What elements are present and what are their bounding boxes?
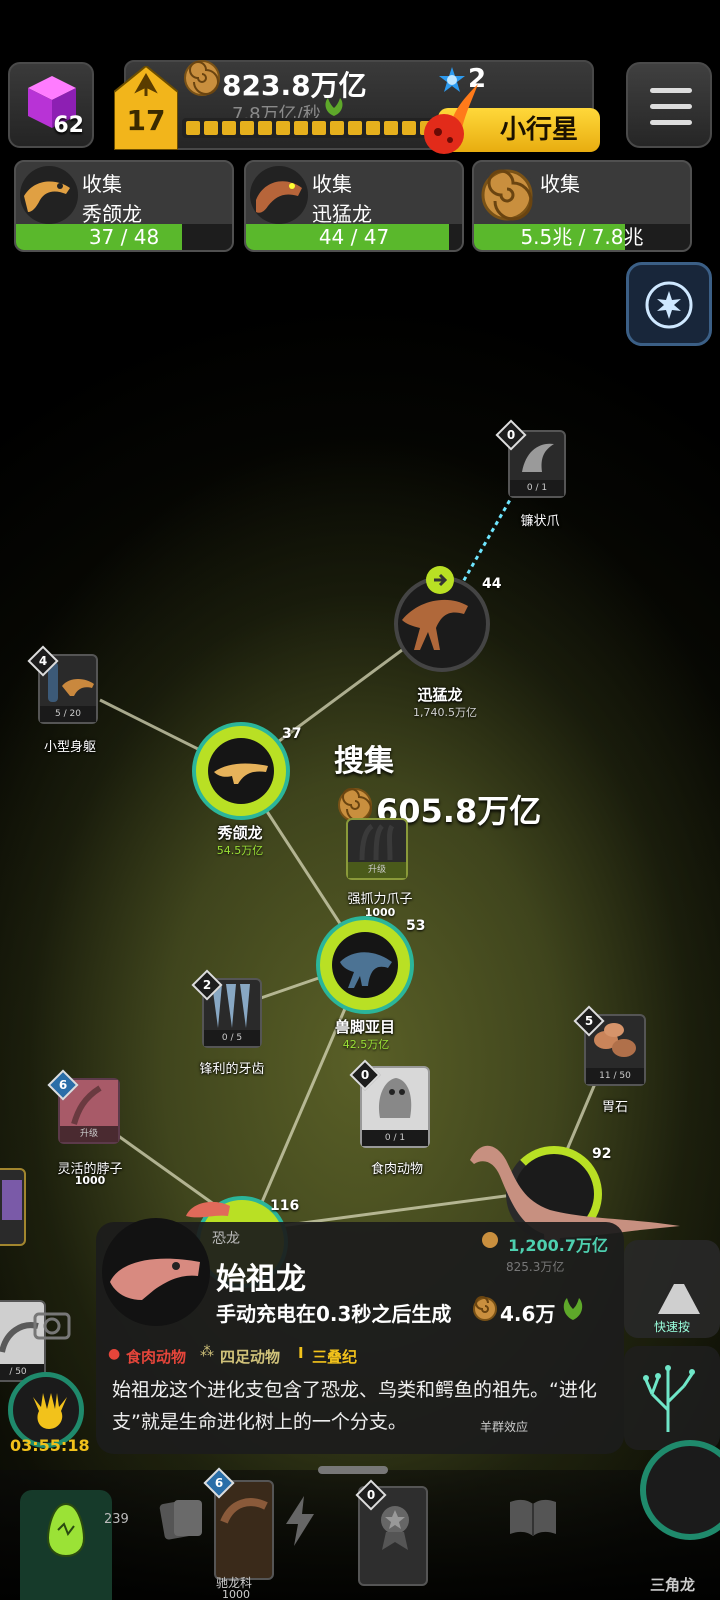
orbit-star-icon [645, 281, 693, 329]
velociraptor-count: 44 [482, 576, 502, 592]
cards-icon[interactable] [156, 1492, 208, 1544]
velociraptor-name: 迅猛龙 [417, 686, 463, 704]
xp-segment [258, 121, 272, 135]
xp-segment [330, 121, 344, 135]
tag-quadruped: 四足动物 [220, 1348, 281, 1366]
dinosauria-count: 116 [270, 1198, 300, 1214]
collect-card-velociraptor[interactable]: 收集 迅猛龙 44 / 47 [244, 160, 464, 252]
trait-card-offscreen[interactable] [0, 1168, 26, 1246]
tag-triassic: 三叠纪 [312, 1348, 358, 1366]
compsognathus-icon [214, 763, 268, 784]
trait-card-strong-claws[interactable]: 升级 [346, 818, 408, 880]
arrow-go-icon[interactable] [426, 566, 454, 594]
info-panel[interactable]: 恐龙 始祖龙 手动充电在0.3秒之后生成 4.6万 1,200.7万亿 825.… [96, 1218, 624, 1454]
nav-count: 239 [104, 1512, 129, 1527]
side-label-2: 羊群效应 [480, 1420, 529, 1434]
meat-icon: ● [108, 1346, 121, 1362]
tree-branch-icon [643, 1365, 695, 1432]
level-number: 17 [126, 104, 166, 137]
xp-segment [402, 121, 416, 135]
info-avatar [102, 1218, 210, 1326]
sickle-claw-label: 镰状爪 [520, 514, 560, 529]
velociraptor-cost: 1,740.5万亿 [413, 706, 477, 719]
info-description: 始祖龙这个进化支包含了恐龙、鸟类和鳄鱼的祖先。“进化支”就是生命进化树上的一个分… [112, 1379, 597, 1433]
xp-segment [240, 121, 254, 135]
xp-segment [294, 121, 308, 135]
timer: 03:55:18 [10, 1436, 90, 1455]
fast-tap-button[interactable]: 快速按 [624, 1240, 720, 1338]
evolution-tree-button[interactable] [624, 1346, 720, 1450]
nav-triceratops-label: 三角龙 [650, 1576, 696, 1594]
period-icon: I [298, 1344, 304, 1362]
info-generate-amount: 4.6万 [500, 1302, 556, 1326]
meteor-icon [424, 84, 478, 154]
ammonite-icon [184, 60, 220, 96]
menu-icon [650, 88, 692, 93]
archosaur-head-icon [110, 1258, 200, 1300]
gizzard-label: 胃石 [601, 1100, 628, 1115]
theropod-icon [340, 952, 392, 988]
xp-segment [186, 121, 200, 135]
theropoda-count: 53 [406, 918, 426, 934]
xp-segment [222, 121, 236, 135]
carnivore-label: 食肉动物 [370, 1162, 423, 1177]
info-name: 始祖龙 [216, 1262, 306, 1297]
level-badge[interactable]: 17 [113, 64, 179, 151]
gem-button[interactable]: 62 [8, 62, 94, 148]
sauropod-count: 92 [592, 1146, 612, 1162]
ammonite-icon [482, 1232, 498, 1248]
xp-segment [312, 121, 326, 135]
nav-card-dromaeosaur[interactable] [214, 1480, 274, 1580]
node-compsognathus[interactable] [192, 722, 290, 820]
collect-popup-label: 搜集 [334, 744, 394, 779]
velociraptor-avatar [250, 166, 308, 224]
compsognathus-name: 秀颌龙 [217, 824, 263, 842]
small-body-label: 小型身躯 [43, 740, 96, 755]
xp-segment [348, 121, 362, 135]
ammonite-avatar-icon [478, 166, 536, 224]
xp-segment [366, 121, 380, 135]
gem-count: 62 [53, 113, 84, 138]
info-group: 恐龙 [212, 1231, 240, 1247]
footprints-icon: ⁂ [200, 1344, 214, 1360]
flexible-neck-cost: 1000 [74, 1174, 106, 1187]
medal-icon [381, 1506, 409, 1550]
strong-claws-label: 强抓力爪子 [347, 892, 413, 907]
menu-button[interactable] [626, 62, 712, 148]
theropoda-name: 兽脚亚目 [334, 1018, 395, 1036]
info-generate-text: 手动充电在0.3秒之后生成 [216, 1302, 452, 1326]
camera-icon[interactable] [32, 1306, 72, 1340]
book-icon[interactable] [506, 1496, 560, 1538]
drag-handle[interactable] [318, 1466, 388, 1474]
xp-segment [276, 121, 290, 135]
xp-segment [384, 121, 398, 135]
info-cost: 1,200.7万亿 [508, 1236, 608, 1255]
info-cost-sub: 825.3万亿 [506, 1260, 565, 1274]
compsognathus-cost: 54.5万亿 [216, 844, 264, 857]
collect-card-fossils[interactable]: 收集 5.5兆 / 7.8兆 [472, 160, 692, 252]
egg-icon [46, 1502, 86, 1558]
compsognathus-count: 37 [282, 726, 302, 742]
xp-segment [204, 121, 218, 135]
sharp-teeth-label: 锋利的牙齿 [199, 1062, 265, 1077]
leaf-icon [563, 1298, 583, 1320]
node-theropoda[interactable] [316, 916, 414, 1014]
nav-egg-tab[interactable] [20, 1490, 112, 1600]
collect-card-compsognathus[interactable]: 收集 秀颌龙 37 / 48 [14, 160, 234, 252]
footprint-icon [33, 1393, 67, 1429]
compsognathus-avatar [20, 166, 78, 224]
ammonite-icon [473, 1296, 497, 1321]
volcano-icon [658, 1284, 700, 1314]
lightning-icon[interactable] [282, 1494, 318, 1548]
leaf-icon [325, 98, 343, 116]
orbit-button[interactable] [626, 262, 712, 346]
game-stage: 62 17 823.8万亿 7.8万亿/秒 2 小行星 收集 秀颌龙 37 / … [0, 0, 720, 1600]
tag-carnivore: 食肉动物 [126, 1348, 187, 1366]
theropoda-cost: 42.5万亿 [342, 1038, 390, 1051]
